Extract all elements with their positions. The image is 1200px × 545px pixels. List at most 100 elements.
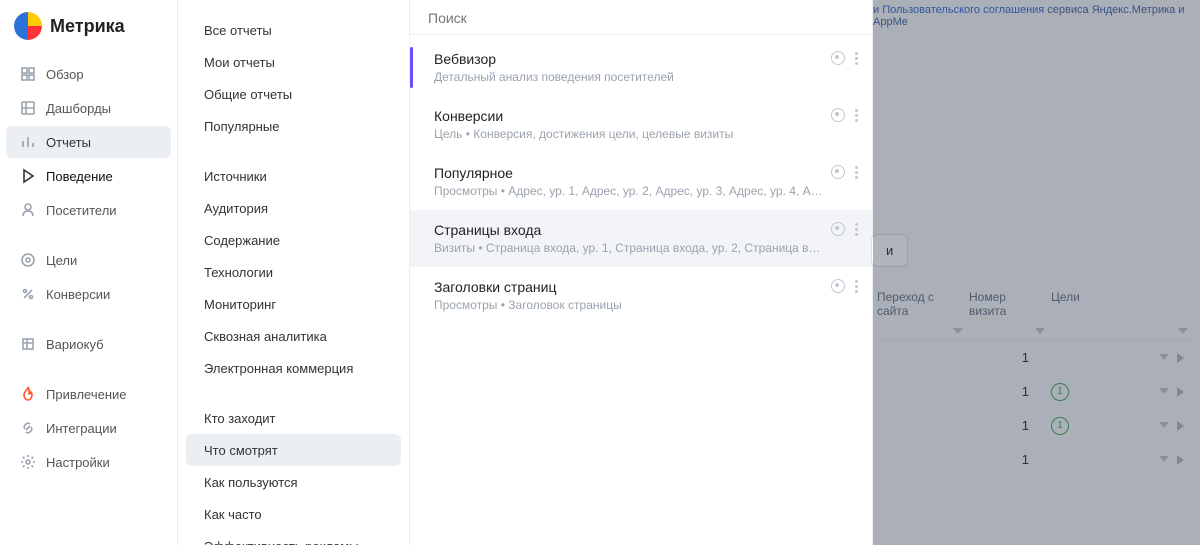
more-icon[interactable] bbox=[855, 52, 858, 65]
report-conversions[interactable]: Конверсии Цель • Конверсия, достижения ц… bbox=[410, 96, 872, 153]
nav-goals[interactable]: Цели bbox=[6, 244, 171, 276]
search-input[interactable] bbox=[428, 10, 854, 26]
pin-icon[interactable] bbox=[831, 108, 845, 122]
more-icon[interactable] bbox=[855, 280, 858, 293]
play-icon[interactable] bbox=[1177, 353, 1184, 363]
cat-my-reports[interactable]: Мои отчеты bbox=[186, 46, 401, 78]
pin-icon[interactable] bbox=[831, 279, 845, 293]
report-popular[interactable]: Популярное Просмотры • Адрес, ур. 1, Адр… bbox=[410, 153, 872, 210]
goal-badge: 1 bbox=[1051, 417, 1069, 435]
nav-integrations[interactable]: Интеграции bbox=[6, 412, 171, 444]
chart-icon bbox=[20, 134, 36, 150]
grid-icon bbox=[20, 66, 36, 82]
report-subtitle: Просмотры • Заголовок страницы bbox=[434, 298, 826, 312]
cat-content[interactable]: Содержание bbox=[186, 224, 401, 256]
table-header: Переход с сайта Номер визита Цели bbox=[877, 290, 1190, 341]
nav-variocube[interactable]: Вариокуб bbox=[6, 328, 171, 360]
cube-icon bbox=[20, 336, 36, 352]
report-title: Вебвизор bbox=[434, 51, 826, 67]
report-category-panel: Все отчеты Мои отчеты Общие отчеты Попул… bbox=[178, 0, 410, 545]
goal-badge: 1 bbox=[1051, 383, 1069, 401]
filter-icon[interactable] bbox=[1159, 388, 1169, 396]
cat-how-often[interactable]: Как часто bbox=[186, 498, 401, 530]
filter-icon[interactable] bbox=[1178, 328, 1188, 336]
nav-label: Обзор bbox=[46, 67, 84, 82]
cat-popular[interactable]: Популярные bbox=[186, 110, 401, 142]
cat-ecommerce[interactable]: Электронная коммерция bbox=[186, 352, 401, 384]
report-title: Страницы входа bbox=[434, 222, 826, 238]
filter-icon[interactable] bbox=[1035, 328, 1045, 336]
dashboard-icon bbox=[20, 100, 36, 116]
nav-label: Дашборды bbox=[46, 101, 111, 116]
cat-ad-efficiency[interactable]: Эффективность рекламы bbox=[186, 530, 401, 545]
logo[interactable]: Метрика bbox=[0, 12, 177, 58]
report-actions bbox=[831, 165, 858, 179]
nav-behavior[interactable]: Поведение bbox=[6, 160, 171, 192]
nav-dashboards[interactable]: Дашборды bbox=[6, 92, 171, 124]
report-subtitle: Визиты • Страница входа, ур. 1, Страница… bbox=[434, 241, 826, 255]
more-icon[interactable] bbox=[855, 109, 858, 122]
nav-label: Настройки bbox=[46, 455, 110, 470]
nav-acquisition[interactable]: Привлечение bbox=[6, 378, 171, 410]
cat-who-visits[interactable]: Кто заходит bbox=[186, 402, 401, 434]
th-goals[interactable]: Цели bbox=[1051, 290, 1190, 318]
more-icon[interactable] bbox=[855, 166, 858, 179]
report-webvisor[interactable]: Вебвизор Детальный анализ поведения посе… bbox=[410, 39, 872, 96]
pin-icon[interactable] bbox=[831, 165, 845, 179]
cat-sources[interactable]: Источники bbox=[186, 160, 401, 192]
pin-icon[interactable] bbox=[831, 222, 845, 236]
cat-how-use[interactable]: Как пользуются bbox=[186, 466, 401, 498]
cat-all-reports[interactable]: Все отчеты bbox=[186, 14, 401, 46]
filter-icon[interactable] bbox=[1159, 456, 1169, 464]
cat-shared-reports[interactable]: Общие отчеты bbox=[186, 78, 401, 110]
nav-label: Поведение bbox=[46, 169, 113, 184]
play-icon[interactable] bbox=[1177, 421, 1184, 431]
nav-reports[interactable]: Отчеты bbox=[6, 126, 171, 158]
play-icon[interactable] bbox=[1177, 455, 1184, 465]
search-row bbox=[410, 0, 872, 34]
divider bbox=[410, 34, 872, 35]
nav-visitors[interactable]: Посетители bbox=[6, 194, 171, 226]
report-list-panel: Вебвизор Детальный анализ поведения посе… bbox=[410, 0, 873, 545]
pin-icon[interactable] bbox=[831, 51, 845, 65]
user-icon bbox=[20, 202, 36, 218]
report-actions bbox=[831, 222, 858, 236]
play-icon bbox=[20, 168, 36, 184]
bg-table: Переход с сайта Номер визита Цели 1 1 1 … bbox=[877, 290, 1190, 477]
th-visit-number[interactable]: Номер визита bbox=[969, 290, 1051, 318]
filter-icon[interactable] bbox=[1159, 354, 1169, 362]
report-subtitle: Цель • Конверсия, достижения цели, целев… bbox=[434, 127, 826, 141]
report-group-behavior: Кто заходит Что смотрят Как пользуются К… bbox=[178, 402, 409, 545]
nav-label: Конверсии bbox=[46, 287, 110, 302]
nav-label: Цели bbox=[46, 253, 77, 268]
nav-label: Отчеты bbox=[46, 135, 91, 150]
table-row[interactable]: 1 bbox=[877, 443, 1190, 477]
bg-button-fragment[interactable]: и bbox=[871, 234, 908, 267]
report-page-titles[interactable]: Заголовки страниц Просмотры • Заголовок … bbox=[410, 267, 872, 324]
cat-audience[interactable]: Аудитория bbox=[186, 192, 401, 224]
filter-icon[interactable] bbox=[953, 328, 963, 336]
more-icon[interactable] bbox=[855, 223, 858, 236]
th-referrer[interactable]: Переход с сайта bbox=[877, 290, 969, 318]
table-row[interactable]: 1 1 bbox=[877, 409, 1190, 443]
background-content: и Пользовательского соглашения сервиса Я… bbox=[873, 0, 1200, 545]
report-title: Популярное bbox=[434, 165, 826, 181]
legal-link[interactable]: Пользовательского соглашения bbox=[882, 4, 1044, 16]
cat-what-viewed[interactable]: Что смотрят bbox=[186, 434, 401, 466]
play-icon[interactable] bbox=[1177, 387, 1184, 397]
nav-label: Посетители bbox=[46, 203, 117, 218]
cat-tech[interactable]: Технологии bbox=[186, 256, 401, 288]
table-row[interactable]: 1 bbox=[877, 341, 1190, 375]
logo-icon bbox=[14, 12, 42, 40]
cat-monitoring[interactable]: Мониторинг bbox=[186, 288, 401, 320]
nav-conversions[interactable]: Конверсии bbox=[6, 278, 171, 310]
nav-overview[interactable]: Обзор bbox=[6, 58, 171, 90]
gear-icon bbox=[20, 454, 36, 470]
report-group-basic: Все отчеты Мои отчеты Общие отчеты Попул… bbox=[178, 14, 409, 160]
report-entry-pages[interactable]: Страницы входа Визиты • Страница входа, … bbox=[410, 210, 872, 267]
nav-settings[interactable]: Настройки bbox=[6, 446, 171, 478]
cat-e2e-analytics[interactable]: Сквозная аналитика bbox=[186, 320, 401, 352]
table-row[interactable]: 1 1 bbox=[877, 375, 1190, 409]
filter-icon[interactable] bbox=[1159, 422, 1169, 430]
report-actions bbox=[831, 108, 858, 122]
